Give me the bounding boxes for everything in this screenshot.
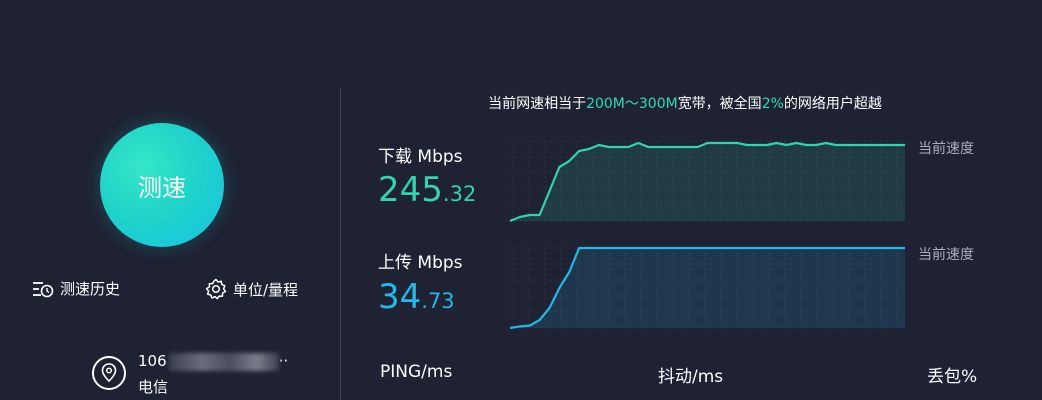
download-speed-chart <box>505 140 905 223</box>
ip-redaction-mask <box>168 352 279 371</box>
start-test-label: 测速 <box>138 173 186 202</box>
bandwidth-comparison-text: 当前网速相当于200M～300M宽带，被全国2%的网络用户超越 <box>430 93 940 113</box>
download-label: 下载 Mbps <box>378 147 463 167</box>
download-value: 245.32 <box>378 170 476 210</box>
left-panel: 测速 测速历史 单位/量程 106 ·· 电信 <box>0 0 340 400</box>
ip-tail: ·· <box>278 352 289 370</box>
upload-value-int: 34 <box>378 277 422 317</box>
upload-label: 上传 Mbps <box>378 253 463 273</box>
speed-history-label: 测速历史 <box>60 280 121 298</box>
download-value-dec: .32 <box>442 182 477 206</box>
isp-name: 电信 <box>138 378 169 396</box>
info-prefix: 当前网速相当于 <box>488 96 587 112</box>
speed-history-button[interactable]: 测速历史 <box>32 278 120 299</box>
packet-loss-label: 丢包% <box>927 367 978 387</box>
ip-visible: 106 <box>138 352 167 370</box>
info-percent: 2% <box>761 96 784 112</box>
info-mid: 宽带，被全国 <box>677 96 762 112</box>
location-pin-icon <box>92 356 126 390</box>
ping-label: PING/ms <box>380 362 453 382</box>
series-area <box>510 248 905 328</box>
unit-range-button[interactable]: 单位/量程 <box>205 278 298 300</box>
upload-current-speed-label: 当前速度 <box>918 247 974 263</box>
ip-address: 106 ·· <box>138 352 288 371</box>
info-bandwidth: 200M～300M <box>586 96 678 112</box>
download-current-speed-label: 当前速度 <box>918 141 974 157</box>
unit-range-label: 单位/量程 <box>233 280 299 299</box>
upload-value: 34.73 <box>378 277 455 317</box>
history-list-icon <box>32 279 54 299</box>
series-area <box>510 143 905 221</box>
gear-icon <box>205 278 227 300</box>
upload-value-dec: .73 <box>421 289 455 313</box>
info-suffix: 的网络用户超越 <box>783 96 882 112</box>
jitter-label: 抖动/ms <box>658 367 724 387</box>
start-test-button[interactable]: 测速 <box>100 123 224 247</box>
download-value-int: 245 <box>378 170 443 210</box>
upload-speed-chart <box>505 246 905 330</box>
panel-divider <box>340 88 341 400</box>
